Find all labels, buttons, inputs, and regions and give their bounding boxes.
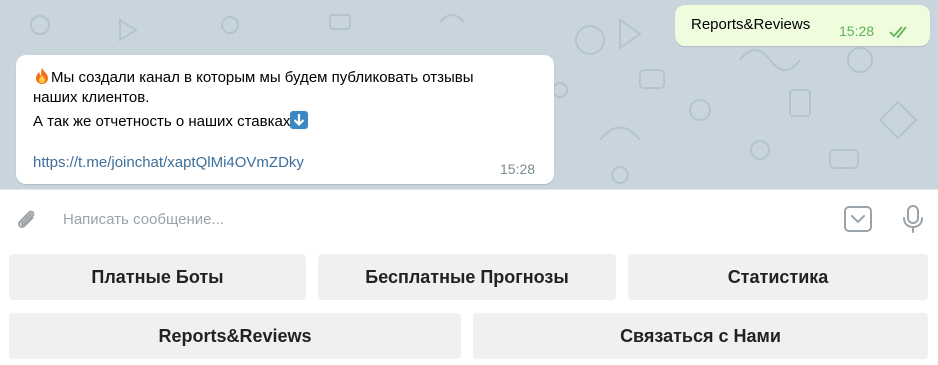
down-arrow-emoji [290,111,309,129]
invite-link[interactable]: https://t.me/joinchat/xaptQlMi4OVmZDky [33,154,304,171]
incoming-message-text-line-1: Мы создали канал в которым мы будем публ… [51,69,474,86]
fire-emoji [36,68,48,84]
paperclip-icon[interactable] [12,205,40,233]
outgoing-message-time: 15:28 [839,23,875,39]
double-check-icon [889,26,907,39]
incoming-message[interactable]: Мы создали канал в которым мы будем публ… [16,55,554,184]
outgoing-message-text: Reports&Reviews [691,16,811,33]
keyboard-toggle-icon[interactable] [843,205,873,233]
message-composer [0,189,938,246]
incoming-message-line-3: А так же отчетность о наших ставках [33,111,309,130]
keyboard-button-reports-reviews[interactable]: Reports&Reviews [9,313,461,359]
keyboard-button-free-predictions[interactable]: Бесплатные Прогнозы [318,254,616,300]
keyboard-button-contact-us[interactable]: Связаться с Нами [473,313,928,359]
outgoing-message[interactable]: Reports&Reviews 15:28 [675,5,930,46]
keyboard-button-paid-bots[interactable]: Платные Боты [9,254,306,300]
incoming-message-text-line-3: А так же отчетность о наших ставках [33,113,291,130]
keyboard-button-statistics[interactable]: Статистика [628,254,928,300]
incoming-message-time: 15:28 [500,161,536,177]
incoming-message-line-1: Мы создали канал в которым мы будем публ… [33,67,474,86]
chat-area: Reports&Reviews 15:28 Мы создали канал в… [0,0,938,189]
microphone-icon[interactable] [900,204,926,234]
message-input[interactable] [63,209,823,229]
incoming-message-text-line-2: наших клиентов. [33,89,150,106]
